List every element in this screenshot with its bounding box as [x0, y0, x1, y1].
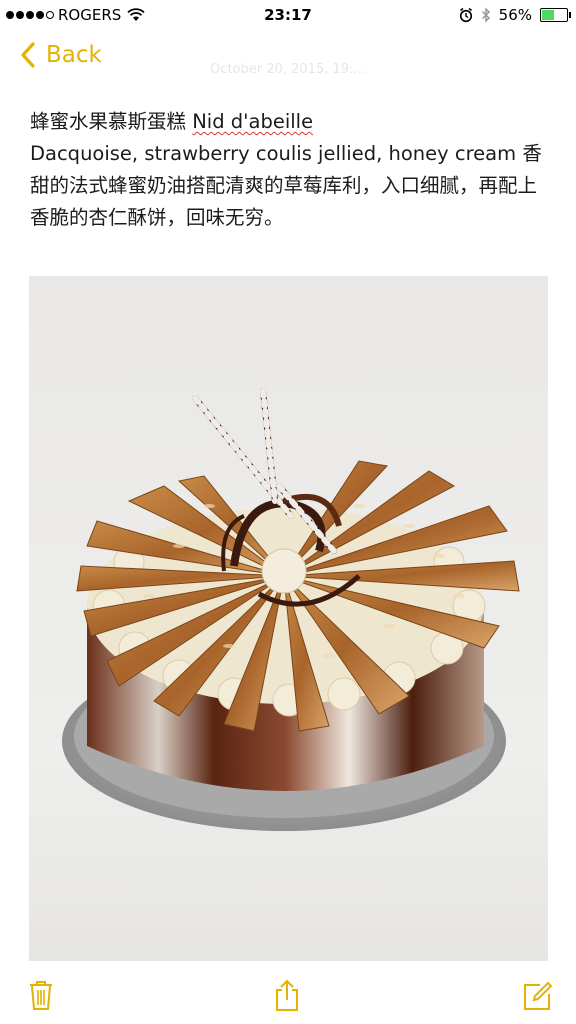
nav-bar: Back October 20, 2015, 19:... — [0, 32, 576, 84]
share-button[interactable] — [272, 978, 302, 1012]
compose-button[interactable] — [522, 978, 553, 1012]
status-right: 56% — [459, 6, 571, 24]
share-icon — [276, 979, 298, 1011]
battery-level — [542, 10, 555, 20]
bluetooth-icon — [481, 7, 490, 23]
note-timestamp: October 20, 2015, 19:... — [210, 62, 366, 77]
battery-icon — [540, 8, 571, 22]
alarm-icon — [459, 7, 472, 23]
status-bar: ROGERS 23:17 56% — [0, 0, 576, 32]
note-title-cn: 蜂蜜水果慕斯蛋糕 — [30, 110, 193, 133]
trash-icon — [30, 981, 52, 1010]
note-body[interactable]: 蜂蜜水果慕斯蛋糕 Nid d'abeille Dacquoise, strawb… — [30, 106, 546, 234]
trash-button[interactable] — [26, 978, 56, 1012]
compose-icon — [524, 981, 553, 1010]
battery-percent: 56% — [498, 6, 532, 24]
note-desc-en: Dacquoise, strawberry coulis jellied, ho… — [30, 142, 523, 165]
cake-image — [62, 388, 520, 831]
bottom-toolbar — [0, 964, 576, 1024]
note-title-fr: Nid d'abeille — [192, 110, 314, 133]
cake-photo[interactable] — [29, 276, 548, 961]
